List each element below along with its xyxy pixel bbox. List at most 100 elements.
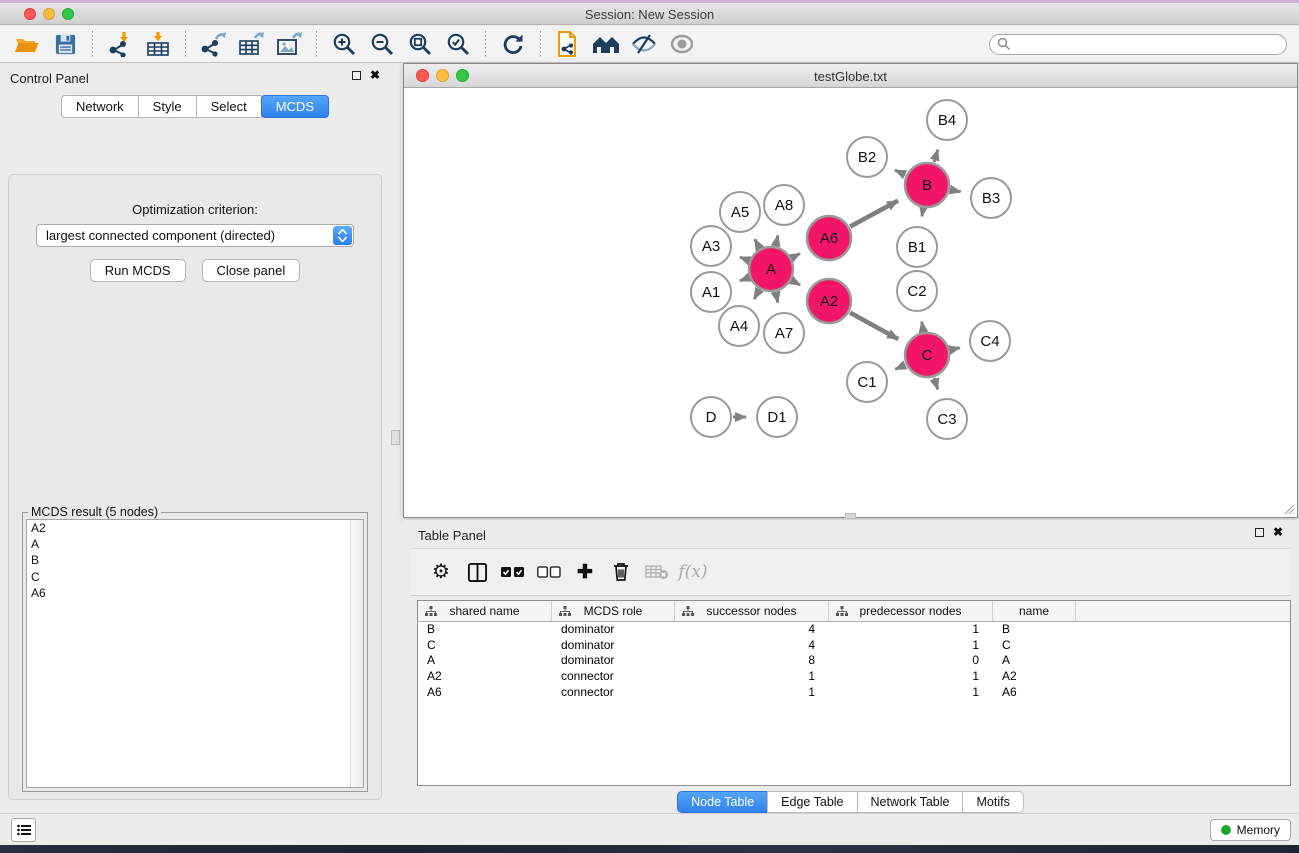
mcds-result-item[interactable]: A: [27, 536, 363, 552]
graph-edge-A2-C[interactable]: [850, 313, 898, 339]
graph-edge-A-A1[interactable]: [740, 278, 749, 281]
memory-button[interactable]: Memory: [1210, 819, 1291, 841]
save-session-icon[interactable]: [49, 29, 81, 59]
table-row[interactable]: Bdominator41B: [418, 622, 1290, 638]
refresh-layout-icon[interactable]: [497, 29, 529, 59]
float-panel-icon[interactable]: [352, 71, 361, 80]
graph-node-C[interactable]: C: [905, 333, 949, 377]
export-table-icon[interactable]: [235, 29, 267, 59]
column-header-MCDS-role[interactable]: MCDS role: [552, 601, 675, 621]
tab-select[interactable]: Select: [196, 95, 262, 118]
graph-node-A[interactable]: A: [749, 247, 793, 291]
task-history-button[interactable]: [11, 818, 36, 842]
graph-node-A8[interactable]: A8: [764, 185, 804, 225]
graph-node-A6[interactable]: A6: [807, 216, 851, 260]
delete-column-icon[interactable]: [603, 557, 639, 587]
table-row[interactable]: Adominator80A: [418, 653, 1290, 669]
table-close-panel-icon[interactable]: ✖: [1273, 528, 1283, 537]
graph-node-A7[interactable]: A7: [764, 313, 804, 353]
graph-node-B2[interactable]: B2: [847, 137, 887, 177]
result-list-scrollbar[interactable]: [350, 520, 363, 787]
hide-graphics-details-icon[interactable]: [628, 29, 660, 59]
table-float-panel-icon[interactable]: [1255, 528, 1264, 537]
vertical-splitter-handle[interactable]: [391, 430, 400, 445]
export-image-icon[interactable]: [273, 29, 305, 59]
column-header-predecessor-nodes[interactable]: predecessor nodes: [829, 601, 993, 621]
graph-node-C3[interactable]: C3: [927, 399, 967, 439]
show-graphics-details-icon[interactable]: [666, 29, 698, 59]
reset-view-icon[interactable]: [590, 29, 622, 59]
network-canvas[interactable]: A A1 A2 A3 A4 A5 A6 A7 A8 B B1 B2 B3B4 C C1 C2 C3C4 D D1: [404, 88, 1297, 517]
import-network-icon[interactable]: [104, 29, 136, 59]
graph-node-B4[interactable]: B4: [927, 100, 967, 140]
graph-edge-A-A4[interactable]: [754, 290, 759, 299]
graph-edge-B-B3[interactable]: [951, 190, 961, 192]
import-table-icon[interactable]: [142, 29, 174, 59]
graph-edge-A-A5[interactable]: [755, 239, 760, 248]
graph-node-C2[interactable]: C2: [897, 271, 937, 311]
column-header-shared-name[interactable]: shared name: [418, 601, 552, 621]
graph-edge-B-B4[interactable]: [934, 150, 938, 162]
network-window-titlebar[interactable]: testGlobe.txt: [404, 64, 1297, 88]
table-row[interactable]: A6connector11A6: [418, 685, 1290, 701]
mcds-result-item[interactable]: A2: [27, 520, 363, 536]
zoom-fit-icon[interactable]: [404, 29, 436, 59]
graph-edge-A-A6[interactable]: [792, 254, 800, 258]
table-row[interactable]: Cdominator41C: [418, 638, 1290, 654]
optimization-criterion-select[interactable]: largest connected component (directed): [36, 224, 354, 247]
tab-network-table[interactable]: Network Table: [857, 791, 964, 813]
select-all-icon[interactable]: [495, 557, 531, 587]
graph-node-B3[interactable]: B3: [971, 178, 1011, 218]
graph-edge-A-A8[interactable]: [776, 235, 778, 245]
graph-node-A5[interactable]: A5: [720, 192, 760, 232]
window-resize-grip[interactable]: [1281, 501, 1295, 515]
horizontal-splitter-handle[interactable]: [845, 513, 856, 519]
tab-network[interactable]: Network: [61, 95, 139, 118]
graph-node-C4[interactable]: C4: [970, 321, 1010, 361]
graph-edge-C-C3[interactable]: [934, 378, 938, 390]
table-settings-icon[interactable]: ⚙: [423, 557, 459, 587]
graph-edge-A-A3[interactable]: [740, 257, 749, 260]
add-column-icon[interactable]: ✚: [567, 557, 603, 587]
column-header-name[interactable]: name: [993, 601, 1076, 621]
search-input[interactable]: [1016, 37, 1279, 51]
graph-node-C1[interactable]: C1: [847, 362, 887, 402]
first-neighbors-icon[interactable]: [552, 29, 584, 59]
tab-mcds[interactable]: MCDS: [261, 95, 329, 118]
graph-node-A3[interactable]: A3: [691, 226, 731, 266]
graph-edge-C-C1[interactable]: [895, 365, 905, 369]
graph-node-A1[interactable]: A1: [691, 272, 731, 312]
mcds-result-item[interactable]: B: [27, 552, 363, 568]
table-row[interactable]: A2connector11A2: [418, 669, 1290, 685]
graph-node-A4[interactable]: A4: [719, 306, 759, 346]
graph-edge-A-A2[interactable]: [792, 281, 800, 285]
column-selector-icon[interactable]: [459, 557, 495, 587]
graph-node-A2[interactable]: A2: [807, 279, 851, 323]
graph-edge-C-C4[interactable]: [950, 348, 959, 350]
tab-motifs[interactable]: Motifs: [962, 791, 1023, 813]
tab-node-table[interactable]: Node Table: [677, 791, 768, 813]
zoom-in-icon[interactable]: [328, 29, 360, 59]
mcds-result-item[interactable]: C: [27, 569, 363, 585]
graph-node-B[interactable]: B: [905, 163, 949, 207]
deselect-all-icon[interactable]: [531, 557, 567, 587]
graph-node-D[interactable]: D: [691, 397, 731, 437]
zoom-out-icon[interactable]: [366, 29, 398, 59]
zoom-selected-icon[interactable]: [442, 29, 474, 59]
search-box[interactable]: [989, 34, 1287, 55]
graph-node-B1[interactable]: B1: [897, 227, 937, 267]
graph-edge-B-B1[interactable]: [922, 209, 923, 217]
graph-edge-A6-B[interactable]: [850, 201, 898, 227]
close-panel-icon[interactable]: ✖: [370, 71, 380, 80]
run-mcds-button[interactable]: Run MCDS: [90, 259, 186, 282]
close-panel-button[interactable]: Close panel: [202, 259, 301, 282]
export-network-icon[interactable]: [197, 29, 229, 59]
mcds-result-item[interactable]: A6: [27, 585, 363, 601]
open-session-icon[interactable]: [11, 29, 43, 59]
graph-edge-A-A7[interactable]: [776, 293, 778, 303]
tab-style[interactable]: Style: [138, 95, 197, 118]
graph-node-D1[interactable]: D1: [757, 397, 797, 437]
column-header-successor-nodes[interactable]: successor nodes: [675, 601, 829, 621]
graph-edge-C-C2[interactable]: [922, 322, 924, 332]
graph-edge-B-B2[interactable]: [895, 170, 905, 175]
